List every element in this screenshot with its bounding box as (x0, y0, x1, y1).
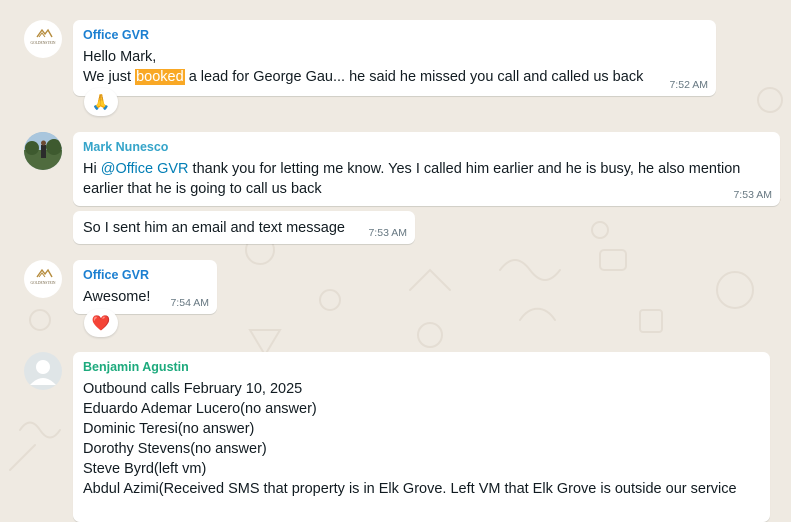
message-line: Eduardo Ademar Lucero(no answer) (83, 401, 317, 417)
default-user-icon (30, 360, 56, 385)
message-line: Dominic Teresi(no answer) (83, 421, 255, 437)
message-bubble[interactable]: Benjamin Agustin Outbound calls February… (73, 352, 770, 522)
message-line: We just booked a lead for George Gau... … (83, 67, 706, 87)
message-text: Hi @Office GVR thank you for letting me … (83, 159, 770, 199)
message-timestamp: 7:53 AM (368, 227, 407, 239)
message-bubble[interactable]: Office GVR Hello Mark, We just booked a … (73, 20, 716, 96)
message-line: Hello Mark, (83, 49, 157, 65)
profile-photo-icon (24, 132, 62, 170)
message-line: Dorothy Stevens(no answer) (83, 441, 267, 457)
office-gvr-avatar[interactable]: GOLDENSTEIN (24, 20, 62, 58)
benjamin-agustin-avatar[interactable] (24, 352, 62, 390)
message-timestamp: 7:52 AM (669, 79, 708, 91)
goldenstein-logo-icon: GOLDENSTEIN (31, 28, 56, 45)
goldenstein-logo-icon: GOLDENSTEIN (31, 268, 56, 285)
message-text: We just (83, 69, 136, 85)
office-logo-text: GOLDENSTEIN (31, 281, 56, 285)
reaction-badge[interactable]: ❤️ (84, 309, 118, 337)
message-line: Outbound calls February 10, 2025 (83, 381, 303, 397)
message-text: a lead for George Gau... he said he miss… (184, 69, 644, 85)
office-gvr-avatar[interactable]: GOLDENSTEIN (24, 260, 62, 298)
mention-link[interactable]: @Office GVR (101, 161, 189, 177)
message-line: Steve Byrd(left vm) (83, 461, 207, 477)
message-line: Abdul Azimi(Received SMS that property i… (83, 481, 737, 497)
office-logo-text: GOLDENSTEIN (31, 41, 56, 45)
message-timestamp: 7:54 AM (170, 297, 209, 309)
sender-name[interactable]: Office GVR (83, 27, 706, 43)
message-timestamp: 7:53 AM (733, 189, 772, 201)
folded-hands-icon: 🙏 (91, 93, 111, 111)
sender-name[interactable]: Office GVR (83, 267, 207, 283)
sender-name[interactable]: Mark Nunesco (83, 139, 770, 155)
red-heart-icon: ❤️ (91, 314, 111, 332)
search-highlight: booked (135, 69, 185, 85)
message-bubble[interactable]: Mark Nunesco Hi @Office GVR thank you fo… (73, 132, 780, 206)
message-bubble[interactable]: So I sent him an email and text message … (73, 211, 415, 244)
message-text: So I sent him an email and text message (83, 220, 345, 236)
message-bubble[interactable]: Office GVR Awesome! 7:54 AM (73, 260, 217, 314)
mark-nunesco-avatar[interactable] (24, 132, 62, 170)
sender-name[interactable]: Benjamin Agustin (83, 359, 760, 375)
message-text-pre: Hi (83, 161, 101, 177)
reaction-badge[interactable]: 🙏 (84, 88, 118, 116)
